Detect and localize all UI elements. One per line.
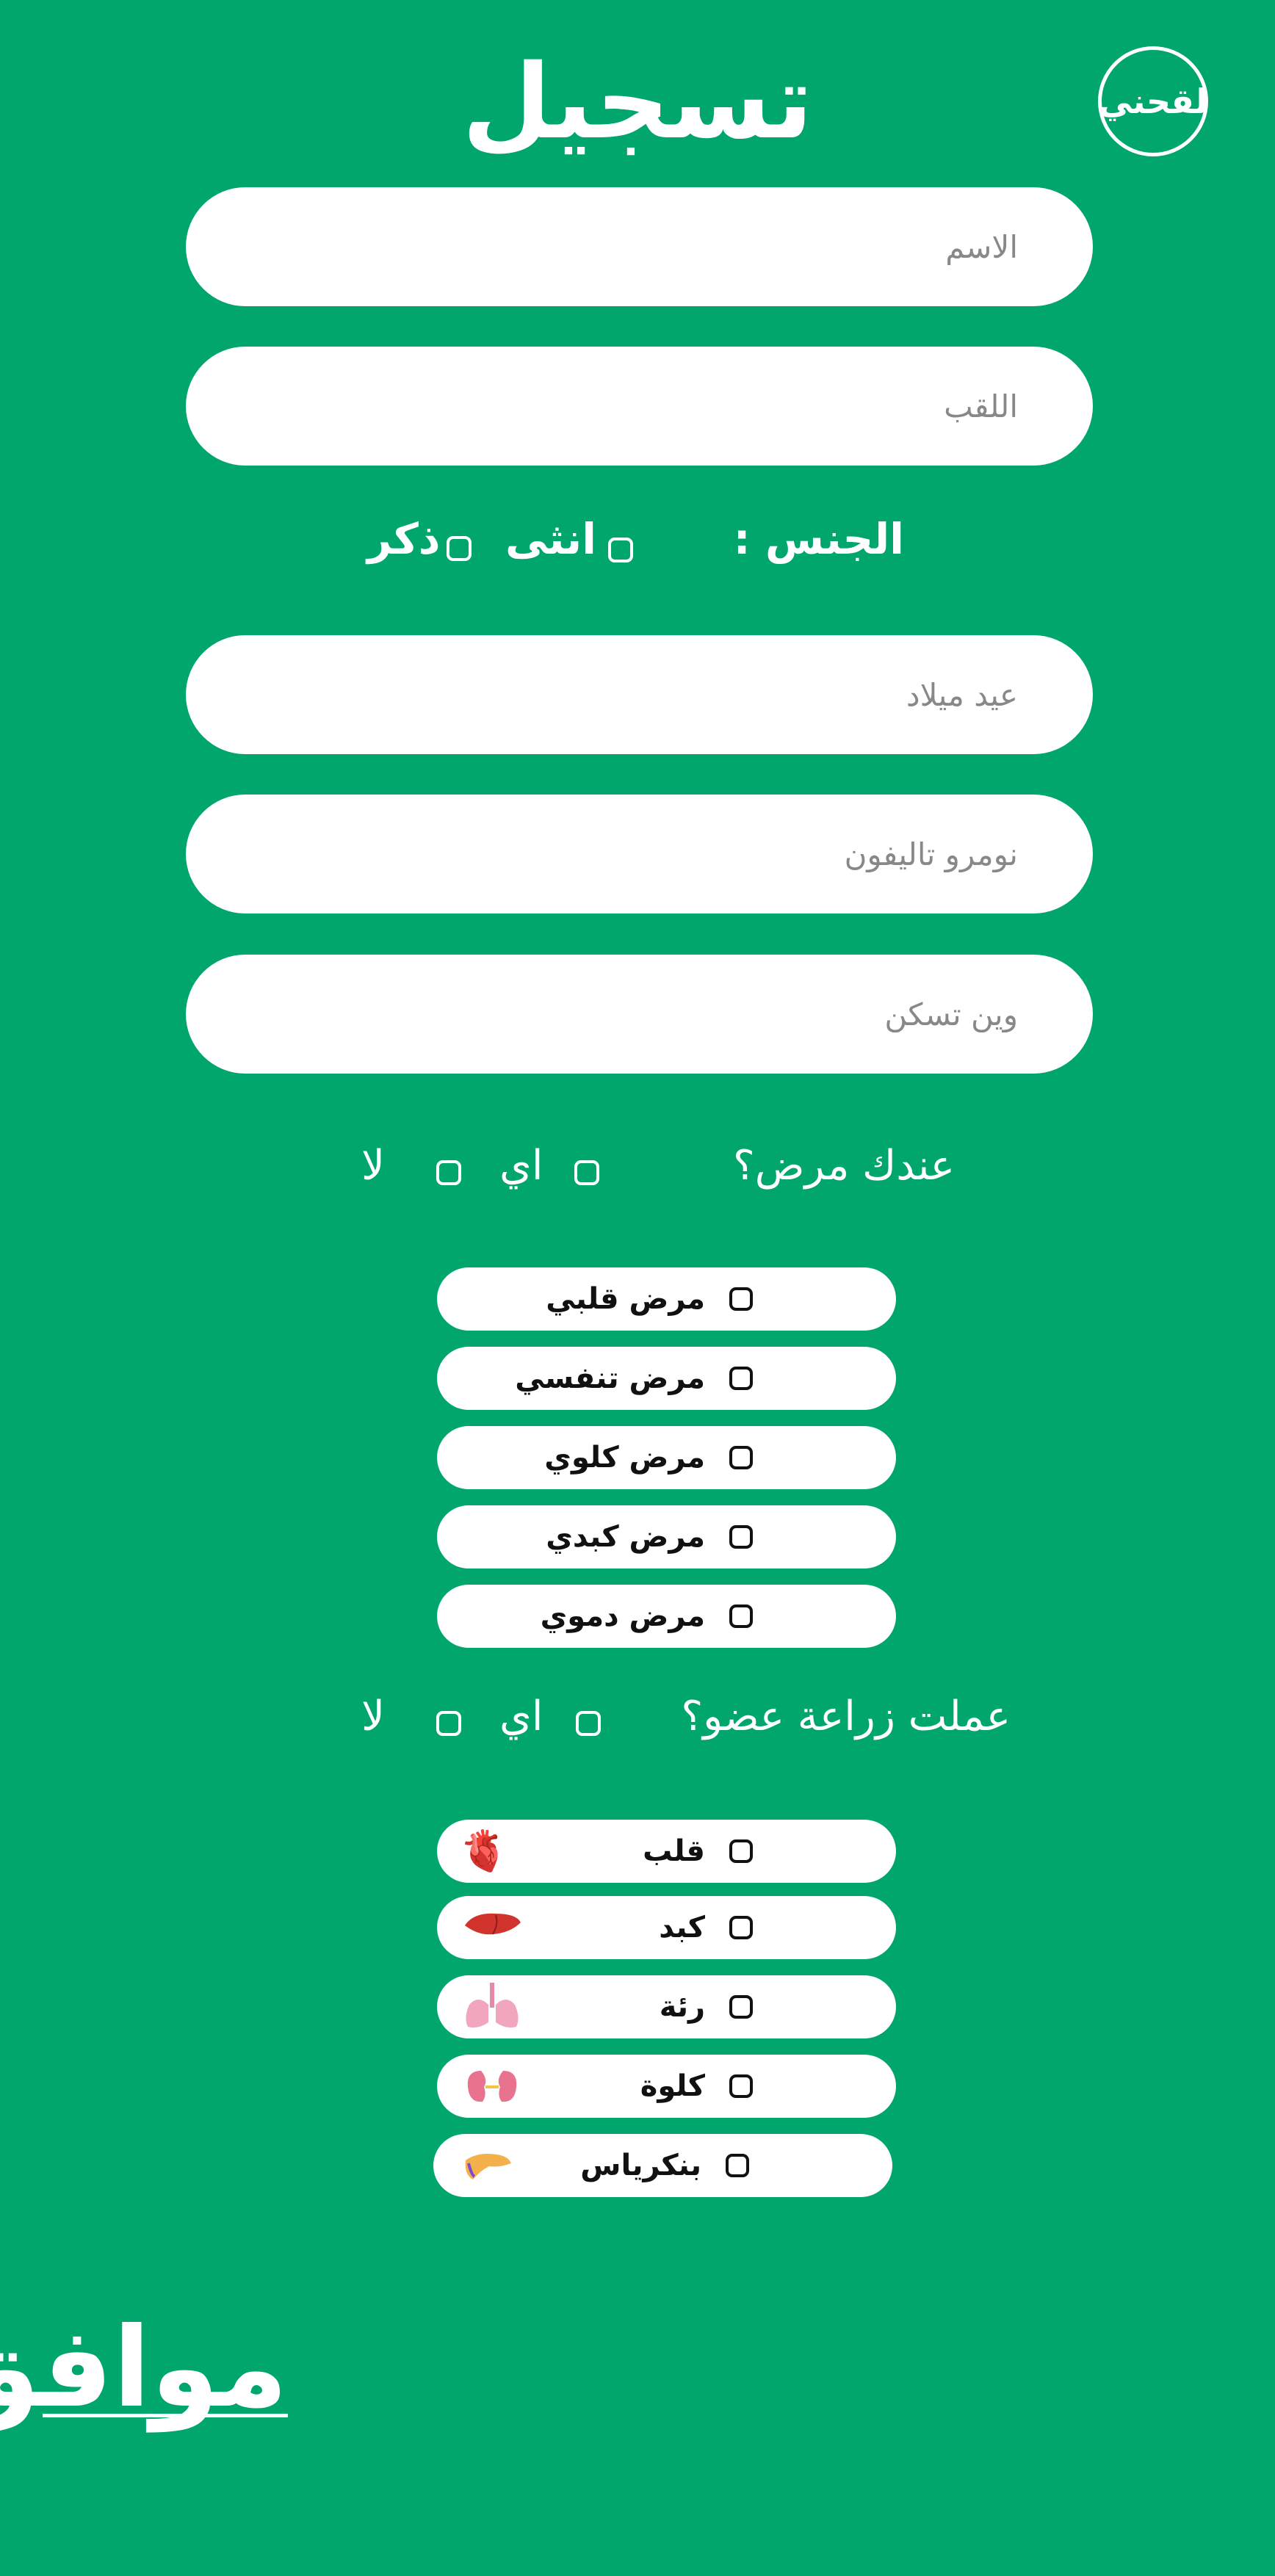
disease-option-heart[interactable]: مرض قلبي (437, 1267, 896, 1331)
app-logo: لقحني (1098, 46, 1208, 156)
heart-organ-icon: 🫀 (459, 1828, 509, 1874)
birthday-field[interactable] (186, 635, 1093, 754)
organ-option-lungs[interactable]: رئة (437, 1975, 896, 2038)
organ-option-checkbox[interactable] (729, 1839, 753, 1863)
disease-option-label: مرض دموي (540, 1599, 705, 1633)
phone-input[interactable] (186, 835, 1019, 873)
phone-field[interactable] (186, 795, 1093, 913)
gender-row: الجنس : انثى ذكر (0, 499, 1275, 587)
gender-label: الجنس : (733, 514, 904, 564)
transplant-yes-label: اي (499, 1693, 543, 1740)
first-name-input[interactable] (186, 228, 1019, 266)
disease-option-checkbox[interactable] (729, 1446, 753, 1469)
submit-underline (43, 2414, 288, 2417)
organ-option-liver[interactable]: كبد (437, 1896, 896, 1959)
organ-option-heart[interactable]: قلب 🫀 (437, 1820, 896, 1883)
birthday-input[interactable] (186, 676, 1019, 714)
address-field[interactable] (186, 955, 1093, 1074)
transplant-yes-checkbox[interactable] (576, 1711, 601, 1736)
organ-option-kidney[interactable]: كلوة (437, 2055, 896, 2118)
disease-option-respiratory[interactable]: مرض تنفسي (437, 1347, 896, 1410)
submit-button[interactable]: موافق (0, 2313, 288, 2423)
address-input[interactable] (186, 995, 1019, 1033)
transplant-question: عملت زراعة عضو؟ (681, 1693, 1011, 1740)
disease-yes-checkbox[interactable] (574, 1160, 599, 1185)
organ-option-pancreas[interactable]: بنكرياس (433, 2134, 892, 2197)
pancreas-icon (455, 2134, 521, 2197)
last-name-field[interactable] (186, 347, 1093, 466)
female-label: انثى (505, 514, 597, 564)
organ-option-checkbox[interactable] (729, 2074, 753, 2098)
transplant-no-label: لا (361, 1693, 385, 1740)
liver-icon (459, 1896, 525, 1959)
disease-option-label: مرض قلبي (546, 1282, 705, 1316)
disease-option-checkbox[interactable] (729, 1367, 753, 1390)
disease-option-liver[interactable]: مرض كبدي (437, 1505, 896, 1569)
disease-yes-label: اي (499, 1142, 543, 1190)
disease-no-label: لا (361, 1142, 385, 1190)
organ-option-label: بنكرياس (580, 2149, 701, 2182)
disease-option-checkbox[interactable] (729, 1604, 753, 1628)
disease-no-checkbox[interactable] (436, 1160, 461, 1185)
registration-screen: تسجيل لقحني الجنس : انثى ذكر عندك مرض؟ ا… (0, 0, 1275, 2576)
last-name-input[interactable] (186, 387, 1019, 425)
disease-option-kidney[interactable]: مرض كلوي (437, 1426, 896, 1489)
organ-option-checkbox[interactable] (729, 1995, 753, 2019)
organ-option-label: قلب (643, 1834, 705, 1868)
male-checkbox[interactable] (447, 536, 472, 561)
female-checkbox[interactable] (608, 538, 633, 562)
organ-option-label: كلوة (640, 2069, 705, 2103)
disease-option-label: مرض تنفسي (515, 1361, 705, 1395)
organ-option-label: كبد (659, 1911, 705, 1944)
disease-question: عندك مرض؟ (733, 1142, 955, 1190)
page-title: تسجيل (461, 43, 814, 162)
organ-option-checkbox[interactable] (726, 2154, 749, 2177)
disease-option-checkbox[interactable] (729, 1287, 753, 1311)
disease-option-blood[interactable]: مرض دموي (437, 1585, 896, 1648)
disease-option-label: مرض كلوي (544, 1441, 705, 1475)
first-name-field[interactable] (186, 187, 1093, 306)
male-label: ذكر (367, 514, 441, 564)
disease-option-label: مرض كبدي (546, 1520, 705, 1554)
organ-option-checkbox[interactable] (729, 1916, 753, 1939)
lungs-icon (459, 1975, 525, 2038)
kidney-icon (459, 2055, 525, 2118)
disease-option-checkbox[interactable] (729, 1525, 753, 1549)
transplant-no-checkbox[interactable] (436, 1711, 461, 1736)
organ-option-label: رئة (659, 1990, 705, 2024)
